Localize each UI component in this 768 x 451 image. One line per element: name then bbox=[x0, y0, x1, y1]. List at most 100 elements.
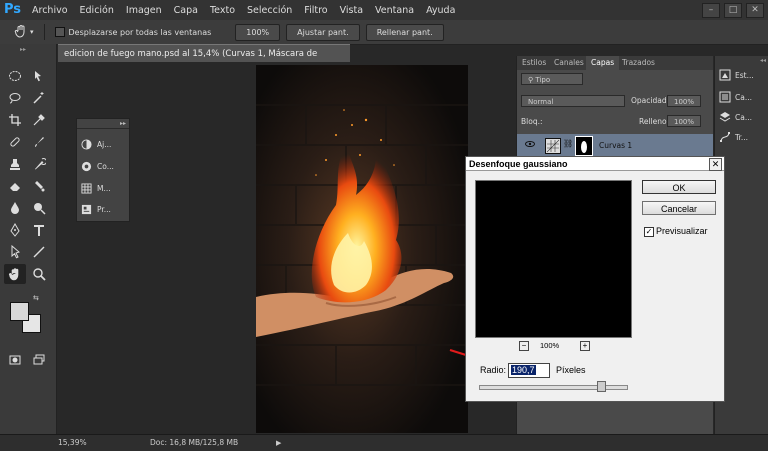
layer-mask-thumbnail[interactable] bbox=[575, 136, 593, 156]
preview-label: Previsualizar bbox=[656, 226, 708, 236]
history-brush-tool-icon[interactable] bbox=[28, 154, 50, 174]
panel-item-swatches[interactable]: M... bbox=[81, 180, 127, 196]
zoom-100-button[interactable]: 100% bbox=[235, 23, 281, 41]
dialog-close-button[interactable]: ✕ bbox=[709, 158, 722, 171]
paths-icon bbox=[720, 132, 730, 142]
panel-item-color[interactable]: Co... bbox=[81, 158, 127, 174]
radius-label: Radio: bbox=[480, 365, 507, 375]
tools-panel: ▸▸ ⇆ bbox=[0, 44, 57, 434]
menu-vista[interactable]: Vista bbox=[334, 5, 369, 16]
menu-ayuda[interactable]: Ayuda bbox=[420, 5, 461, 16]
fill-field[interactable]: 100% bbox=[667, 115, 701, 127]
panel-item-label: M... bbox=[97, 183, 111, 193]
fit-screen-button[interactable]: Ajustar pant. bbox=[286, 23, 360, 41]
document-tab[interactable]: edicion de fuego mano.psd al 15,4% (Curv… bbox=[58, 44, 350, 77]
zoom-level[interactable]: 15,39% bbox=[58, 435, 87, 451]
swatches-grid-icon bbox=[81, 182, 92, 194]
hand-tool-preset-icon[interactable] bbox=[14, 24, 28, 41]
brush-tool-icon[interactable] bbox=[28, 132, 50, 152]
layer-filter-select[interactable]: ⚲ Tipo bbox=[521, 73, 583, 85]
quick-mask-icon[interactable] bbox=[4, 350, 26, 370]
pen-tool-icon[interactable] bbox=[4, 220, 26, 240]
gradient-tool-icon[interactable] bbox=[28, 176, 50, 196]
radius-input[interactable]: 190,7 bbox=[508, 363, 550, 378]
menu-texto[interactable]: Texto bbox=[204, 5, 241, 16]
fire-hand-image bbox=[256, 65, 468, 433]
layer-row-curves[interactable]: ⛓ Curvas 1 bbox=[517, 134, 713, 156]
zoom-out-button[interactable]: − bbox=[519, 341, 529, 351]
zoom-tool-icon[interactable] bbox=[28, 264, 50, 284]
marquee-tool-icon[interactable] bbox=[4, 66, 26, 86]
radius-slider-thumb[interactable] bbox=[596, 381, 606, 392]
move-tool-icon[interactable] bbox=[28, 66, 50, 86]
ok-button[interactable]: OK bbox=[642, 180, 716, 194]
hand-tool-icon[interactable] bbox=[4, 264, 26, 284]
close-window-button[interactable]: ✕ bbox=[746, 3, 764, 18]
dialog-title: Desenfoque gaussiano bbox=[466, 157, 724, 171]
preview-zoom-level: 100% bbox=[540, 341, 560, 350]
menu-archivo[interactable]: Archivo bbox=[26, 5, 74, 16]
swap-colors-icon[interactable]: ⇆ bbox=[33, 294, 39, 302]
fill-screen-button[interactable]: Rellenar pant. bbox=[365, 23, 444, 41]
crop-tool-icon[interactable] bbox=[4, 110, 26, 130]
chain-link-icon[interactable]: ⛓ bbox=[563, 139, 573, 148]
eraser-tool-icon[interactable] bbox=[4, 176, 26, 196]
dock-item-label: Ca... bbox=[735, 112, 752, 122]
cancel-button[interactable]: Cancelar bbox=[642, 201, 716, 215]
restore-button[interactable]: □ bbox=[724, 3, 742, 18]
panel-collapse-icon[interactable]: ▸▸ bbox=[120, 120, 126, 127]
properties-icon bbox=[81, 204, 92, 214]
blend-mode-select[interactable]: Normal bbox=[521, 95, 625, 107]
zoom-in-button[interactable]: + bbox=[580, 341, 590, 351]
foreground-color-swatch-front[interactable] bbox=[10, 302, 29, 321]
document-image[interactable] bbox=[256, 65, 468, 433]
blur-preview[interactable] bbox=[475, 180, 632, 338]
styles-icon bbox=[719, 69, 731, 81]
dock-item-channels[interactable]: Ca... bbox=[719, 88, 767, 106]
dodge-tool-icon[interactable] bbox=[28, 198, 50, 218]
dock-item-paths[interactable]: Tr... bbox=[719, 128, 767, 146]
lock-label: Bloq.: bbox=[521, 117, 543, 126]
menu-bar: Ps Archivo Edición Imagen Capa Texto Sel… bbox=[0, 0, 768, 20]
lasso-tool-icon[interactable] bbox=[4, 88, 26, 108]
menu-ventana[interactable]: Ventana bbox=[369, 5, 420, 16]
menu-edicion[interactable]: Edición bbox=[74, 5, 120, 16]
type-tool-icon[interactable] bbox=[28, 220, 50, 240]
collapse-icon[interactable]: ▸▸ bbox=[20, 46, 26, 53]
minimize-button[interactable]: – bbox=[702, 3, 720, 18]
tab-estilos[interactable]: Estilos bbox=[517, 56, 551, 70]
menu-capa[interactable]: Capa bbox=[168, 5, 204, 16]
tab-trazados[interactable]: Trazados bbox=[617, 56, 660, 70]
screen-mode-icon[interactable] bbox=[28, 350, 50, 370]
menu-filtro[interactable]: Filtro bbox=[298, 5, 333, 16]
healing-brush-tool-icon[interactable] bbox=[4, 132, 26, 152]
layer-filter-value: Tipo bbox=[535, 76, 551, 84]
panel-item-adjustments[interactable]: Aj... bbox=[81, 136, 127, 152]
radius-value: 190,7 bbox=[511, 365, 536, 375]
clone-stamp-tool-icon[interactable] bbox=[4, 154, 26, 174]
panel-item-label: Co... bbox=[97, 161, 114, 171]
dock-item-layers[interactable]: Ca... bbox=[719, 108, 767, 126]
channels-icon bbox=[719, 91, 731, 103]
tab-canales[interactable]: Canales bbox=[549, 56, 589, 70]
line-tool-icon[interactable] bbox=[28, 242, 50, 262]
status-arrow-icon[interactable]: ▶ bbox=[276, 435, 281, 451]
document-info: Doc: 16,8 MB/125,8 MB bbox=[150, 438, 239, 447]
tab-capas[interactable]: Capas bbox=[586, 56, 620, 70]
panel-item-properties[interactable]: Pr... bbox=[81, 201, 127, 217]
scroll-all-checkbox[interactable] bbox=[54, 27, 65, 37]
blur-tool-icon[interactable] bbox=[4, 198, 26, 218]
eye-icon[interactable] bbox=[525, 139, 535, 149]
chevron-down-icon[interactable]: ▾ bbox=[30, 28, 34, 36]
opacity-field[interactable]: 100% bbox=[667, 95, 701, 107]
dock-item-styles[interactable]: Est... bbox=[719, 66, 767, 84]
menu-seleccion[interactable]: Selección bbox=[241, 5, 298, 16]
status-bar: 15,39% Doc: 16,8 MB/125,8 MB ▶ bbox=[0, 434, 768, 451]
eyedropper-tool-icon[interactable] bbox=[28, 110, 50, 130]
magic-wand-tool-icon[interactable] bbox=[28, 88, 50, 108]
path-selection-tool-icon[interactable] bbox=[4, 242, 26, 262]
preview-checkbox[interactable]: ✓ bbox=[644, 227, 654, 237]
blend-mode-value: Normal bbox=[528, 98, 554, 106]
menu-imagen[interactable]: Imagen bbox=[120, 5, 168, 16]
dock-expand-icon[interactable]: ◂◂ bbox=[760, 57, 766, 64]
